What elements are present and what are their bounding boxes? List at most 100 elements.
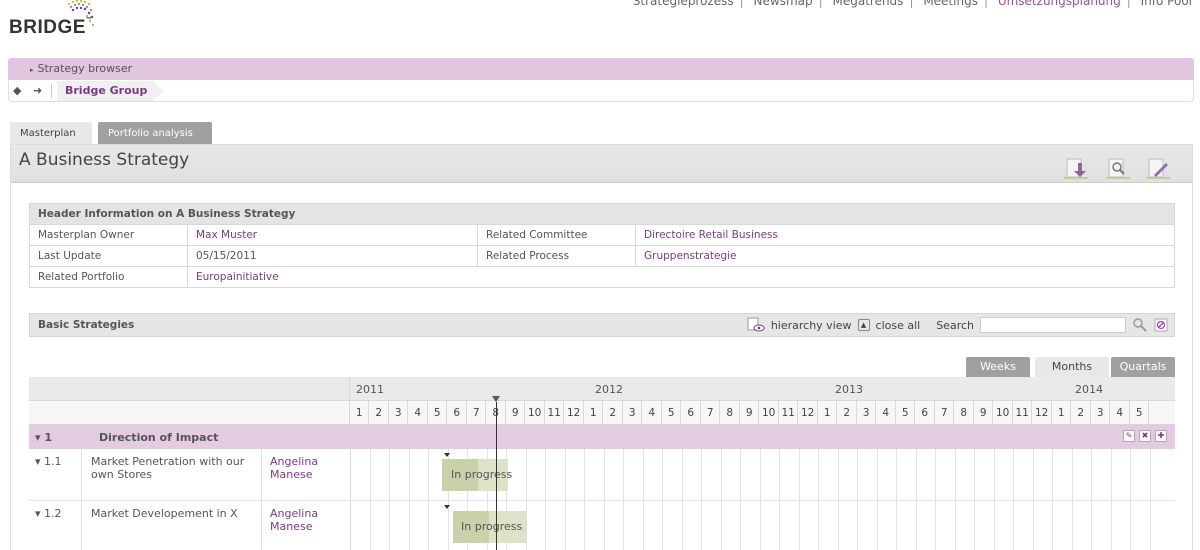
table-row[interactable]: ▾ 1.1 Market Penetration with our own St… [29, 449, 1175, 501]
grid-line [603, 501, 605, 550]
grid-line [1071, 449, 1073, 500]
grid-line [1013, 501, 1014, 550]
grid-line [720, 501, 722, 550]
grid-line [915, 449, 917, 500]
grid-line [584, 449, 585, 500]
grid-line [876, 501, 878, 550]
group-number: ▾ 1 [35, 431, 53, 444]
related-process-link[interactable]: Gruppenstrategie [635, 245, 1175, 267]
tab-portfolio-analysis[interactable]: Portfolio analysis [98, 122, 212, 144]
grid-line [954, 449, 956, 500]
grid-line [681, 449, 683, 500]
grid-line [408, 449, 410, 500]
item-owner-link[interactable]: Angelina Manese [270, 455, 340, 481]
clear-search-icon[interactable] [1154, 318, 1168, 332]
grid-line [1052, 501, 1053, 550]
grid-line [1091, 449, 1092, 500]
month-cell: 6 [682, 401, 701, 425]
month-cell: 2 [1072, 401, 1091, 425]
grid-line [896, 501, 897, 550]
grid-line [720, 449, 722, 500]
nav-newsmap[interactable]: Newsmap [754, 0, 813, 8]
month-cell: 2 [370, 401, 389, 425]
group-name: Direction of Impact [99, 431, 219, 444]
close-all-link[interactable]: close all [876, 319, 921, 332]
strategy-browser-bar[interactable]: ▸ Strategy browser [8, 58, 1194, 80]
gantt-month-row: 1234567891011121234567891011121234567891… [29, 401, 1175, 425]
table-row[interactable]: ▾ 1.2 Market Developement in X Angelina … [29, 501, 1175, 550]
grid-line [564, 501, 566, 550]
grid-line [564, 449, 566, 500]
group-row-direction-of-impact[interactable]: ▾ 1 Direction of Impact ✎ ✖ ✚ [29, 425, 1175, 449]
month-cell: 11 [779, 401, 799, 425]
month-cell: 9 [974, 401, 994, 425]
month-cell: 4 [1111, 401, 1130, 425]
preview-icon[interactable] [1106, 157, 1130, 179]
grid-line [545, 501, 546, 550]
grid-line [993, 501, 995, 550]
edit-group-icon[interactable]: ✎ [1123, 430, 1135, 442]
related-portfolio-link[interactable]: Europainitiative [187, 266, 1175, 288]
tab-masterplan[interactable]: Masterplan [10, 122, 92, 144]
today-line [496, 402, 497, 550]
page-title: A Business Strategy [19, 150, 190, 170]
nav-megatrends[interactable]: Megatrends [832, 0, 903, 8]
gantt-header-blank [29, 401, 350, 424]
month-cell: 5 [428, 401, 448, 425]
delete-group-icon[interactable]: ✖ [1139, 430, 1151, 442]
bridge-logo[interactable]: BRIDGE™ [9, 0, 129, 40]
edit-icon[interactable] [1146, 157, 1170, 179]
month-cell: 12 [565, 401, 584, 425]
bar-status-label: In progress [461, 520, 523, 533]
search-input[interactable] [980, 317, 1126, 333]
year-label: 2011 [356, 383, 384, 396]
grid-line [1013, 449, 1014, 500]
grid-line [545, 449, 546, 500]
breadcrumb-bridge-group[interactable]: Bridge Group [57, 81, 164, 101]
grid-line [623, 501, 624, 550]
nav-info-pool[interactable]: Info Pool [1141, 0, 1192, 8]
grid-line [603, 449, 605, 500]
bar-start-marker-icon [444, 453, 450, 457]
export-icon[interactable] [1064, 157, 1088, 179]
main-panel: A Business Strategy Header Information o… [10, 144, 1193, 550]
hierarchy-view-icon[interactable] [747, 317, 765, 333]
nav-strategieprozess[interactable]: Strategieprozess [633, 0, 734, 8]
info-label: Masterplan Owner [29, 224, 188, 246]
grid-line [740, 501, 741, 550]
month-cell: 10 [760, 401, 779, 425]
grid-line [408, 501, 410, 550]
grid-line [935, 501, 936, 550]
item-number: ▾ 1.2 [35, 507, 62, 520]
grid-line [779, 501, 780, 550]
add-item-icon[interactable]: ✚ [1155, 430, 1167, 442]
grid-line [740, 449, 741, 500]
view-weeks-button[interactable]: Weeks [966, 357, 1030, 377]
back-arrow-icon[interactable]: ◆ [13, 84, 21, 97]
masterplan-owner-link[interactable]: Max Muster [187, 224, 478, 246]
item-owner-link[interactable]: Angelina Manese [270, 507, 340, 533]
forward-arrow-icon[interactable]: ➜ [33, 84, 42, 97]
basic-strategies-tools: hierarchy view ▲ close all Search [747, 317, 1168, 333]
grid-line [662, 449, 663, 500]
hierarchy-view-link[interactable]: hierarchy view [771, 319, 852, 332]
view-months-button[interactable]: Months [1035, 357, 1109, 377]
view-quartals-button[interactable]: Quartals [1111, 357, 1175, 377]
grid-line [876, 449, 878, 500]
grid-line [837, 449, 839, 500]
grid-line [759, 449, 761, 500]
gantt-chart: 2011 2012 2013 2014 12345678910111212345… [29, 377, 1175, 550]
expand-arrow-icon: ▸ [30, 66, 34, 74]
grid-line [428, 501, 429, 550]
grid-line [818, 501, 819, 550]
nav-umsetzungsplanung[interactable]: Umsetzungsplanung [998, 0, 1121, 8]
month-cell: 1 [584, 401, 604, 425]
related-committee-link[interactable]: Directoire Retail Business [635, 224, 1175, 246]
item-name: Market Penetration with our own Stores [91, 455, 245, 481]
close-all-icon[interactable]: ▲ [857, 319, 870, 331]
bar-start-marker-icon [444, 505, 450, 509]
grid-line [915, 501, 917, 550]
nav-meetings[interactable]: Meetings [923, 0, 978, 8]
search-icon[interactable] [1132, 317, 1148, 333]
crumb-divider [51, 84, 52, 98]
